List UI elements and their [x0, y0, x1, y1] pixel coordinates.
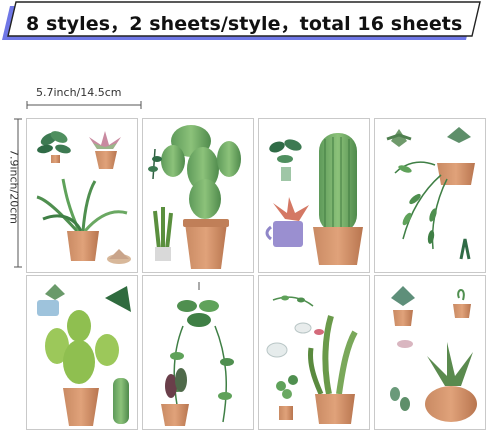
sheet-5-art [37, 284, 131, 426]
small-plant-pot-sticker [453, 289, 471, 318]
sheet-3-art [265, 133, 363, 265]
tall-cactus-sticker [313, 133, 363, 265]
sticker-sheet-6 [142, 275, 254, 430]
sheet-1-art [36, 131, 131, 264]
sticker-sheet-1 [26, 118, 138, 273]
bromeliad-mug-sticker [265, 197, 309, 247]
paddle-cactus-sticker [161, 125, 241, 269]
echeveria-pot-sticker [391, 286, 415, 326]
sticker-sheet-8 [374, 275, 486, 430]
sticker-sheet-2 [142, 118, 254, 273]
small-succulent-sticker [107, 249, 131, 264]
succulent-cup-sticker [37, 284, 65, 316]
title-banner: 8 styles，2 sheets/style，total 16 sheets [0, 0, 488, 48]
snake-plant-small-sticker [153, 207, 173, 261]
banner-title: 8 styles，2 sheets/style，total 16 sheets [26, 13, 463, 35]
succulent-pot-sticker [89, 131, 121, 169]
hanging-vine-pot-sticker [394, 161, 475, 250]
sheet-2-art [148, 125, 241, 269]
sticker-sheet-5 [26, 275, 138, 430]
succulent-leaves-sticker [390, 340, 413, 411]
hanging-leaves-sticker [148, 148, 162, 180]
succulent-top-right-sticker [447, 127, 471, 143]
sheet-8-art [390, 286, 477, 422]
width-label: 5.7inch/14.5cm [36, 86, 122, 99]
vine-sprig-sticker [272, 295, 314, 307]
columnar-cactus-sticker [113, 378, 129, 424]
sheet-7-art [266, 295, 358, 424]
grass-plant-sticker [36, 178, 128, 261]
monstera-leaf-sticker [105, 286, 131, 312]
calathea-sticker [37, 131, 71, 163]
aloe-pot-sticker [425, 342, 477, 422]
pilea-pot-sticker [276, 375, 298, 420]
hanging-pothos-sticker [170, 282, 234, 423]
calathea-small-sticker [269, 139, 302, 181]
sticker-sheet-7 [258, 275, 370, 430]
fern-sticker [459, 238, 471, 260]
height-label: 7.9inch/20cm [7, 148, 21, 224]
width-dimension-line [26, 101, 142, 109]
prickly-pear-cactus-sticker [45, 310, 119, 426]
echeveria-sticker [386, 129, 412, 147]
sheet-6-art [161, 282, 234, 426]
sticker-sheet-3 [258, 118, 370, 273]
leaf-stickers [266, 322, 324, 358]
sticker-sheet-4 [374, 118, 486, 273]
sheet-4-art [386, 127, 475, 260]
